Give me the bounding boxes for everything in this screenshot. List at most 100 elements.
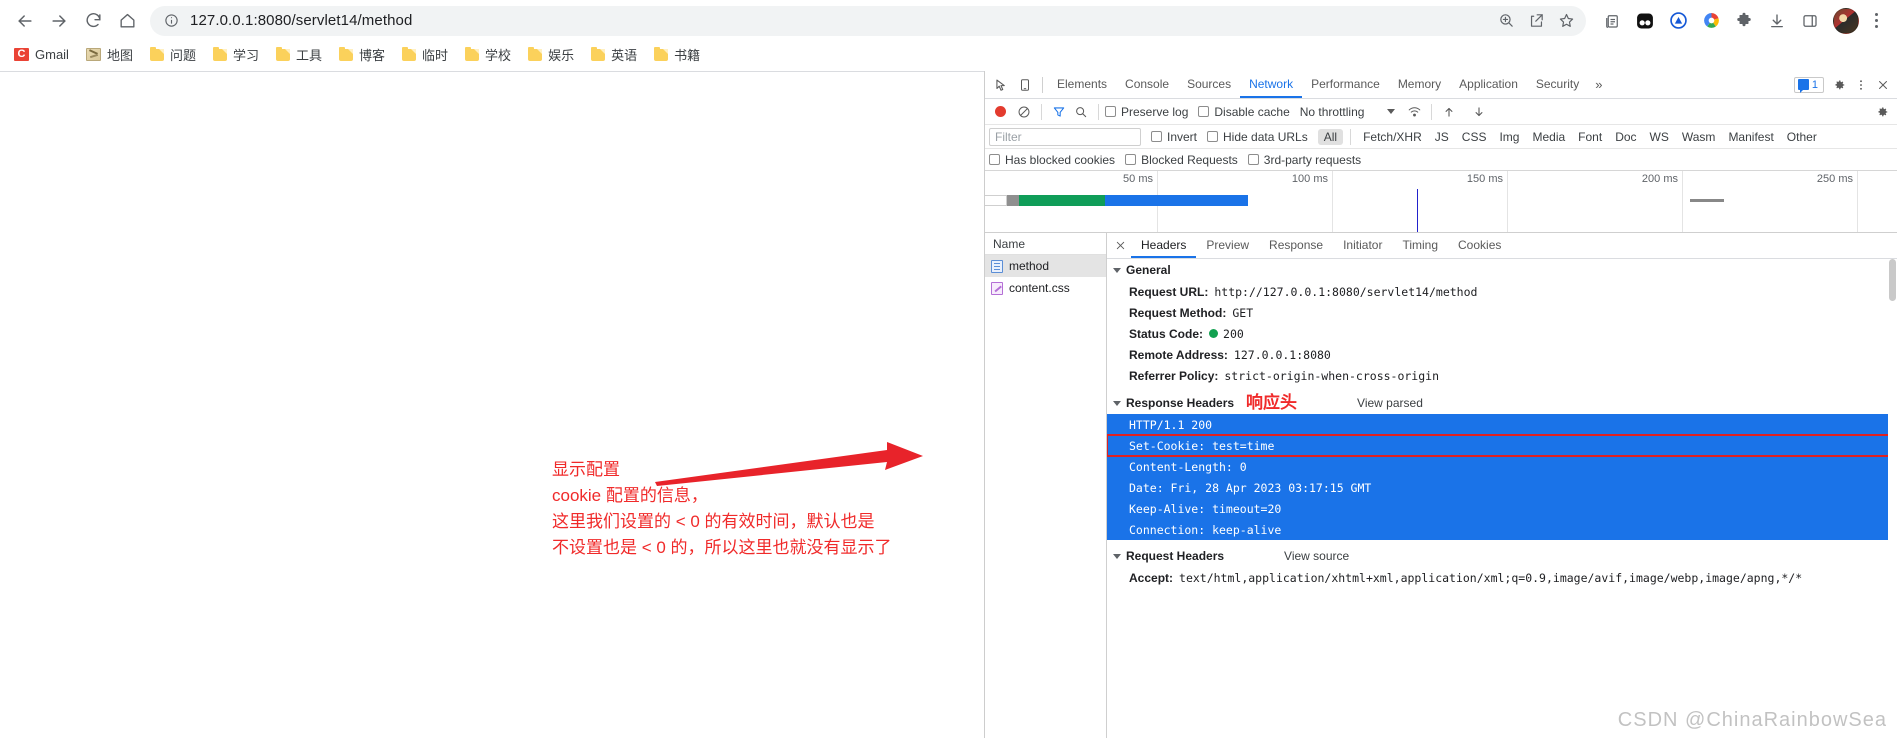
checkbox-box[interactable] [1198, 106, 1210, 117]
color-wheel-extension-icon[interactable] [1696, 6, 1726, 36]
share-icon[interactable] [1522, 7, 1550, 35]
filter-icon[interactable] [1048, 101, 1070, 123]
record-button[interactable] [995, 106, 1006, 117]
more-tabs-chevron[interactable]: » [1588, 77, 1609, 92]
chrome-menu-kebab[interactable] [1863, 6, 1889, 36]
response-headers-section-header[interactable]: Response Headers 响应头 View parsed [1107, 392, 1897, 414]
annotation-line-1: 显示配置 [552, 460, 620, 479]
bookmark-folder-linshi[interactable]: 临时 [398, 43, 457, 67]
export-har-icon[interactable] [1468, 101, 1490, 123]
bookmark-folder-boke[interactable]: 博客 [335, 43, 394, 67]
downloads-icon[interactable] [1762, 6, 1792, 36]
blocked-requests-checkbox[interactable]: Blocked Requests [1125, 153, 1238, 167]
network-conditions-icon[interactable] [1403, 101, 1425, 123]
type-filter-js[interactable]: JS [1429, 129, 1455, 145]
bookmark-folder-gongju[interactable]: 工具 [272, 43, 331, 67]
device-toolbar-icon[interactable] [1013, 73, 1037, 97]
type-filter-fetch-xhr[interactable]: Fetch/XHR [1357, 129, 1428, 145]
extensions-puzzle-icon[interactable] [1729, 6, 1759, 36]
request-row-content-css[interactable]: content.css [985, 277, 1106, 299]
bookmark-folder-xuexi[interactable]: 学习 [209, 43, 268, 67]
view-parsed-link[interactable]: View parsed [1357, 396, 1423, 410]
forward-button[interactable] [42, 4, 76, 38]
invert-checkbox[interactable]: Invert [1151, 130, 1197, 144]
third-party-requests-checkbox[interactable]: 3rd-party requests [1247, 153, 1361, 167]
avatar[interactable] [1833, 7, 1859, 34]
has-blocked-cookies-checkbox[interactable]: Has blocked cookies [989, 153, 1115, 167]
bookmark-folder-yule[interactable]: 娱乐 [524, 43, 583, 67]
checkbox-box[interactable] [1125, 154, 1137, 165]
disable-cache-checkbox[interactable]: Disable cache [1198, 105, 1290, 119]
view-source-link[interactable]: View source [1284, 549, 1349, 563]
type-filter-all[interactable]: All [1317, 128, 1344, 145]
detail-tab-response[interactable]: Response [1259, 233, 1333, 258]
back-button[interactable] [8, 4, 42, 38]
import-har-icon[interactable] [1438, 101, 1460, 123]
reload-button[interactable] [76, 4, 110, 38]
request-headers-section-header[interactable]: Request Headers View source [1107, 545, 1897, 567]
type-filter-ws[interactable]: WS [1644, 129, 1675, 145]
devtools-close-icon[interactable] [1872, 74, 1894, 96]
home-button[interactable] [110, 4, 144, 38]
preserve-log-checkbox[interactable]: Preserve log [1105, 105, 1188, 119]
tab-console[interactable]: Console [1116, 71, 1178, 98]
detail-tab-initiator[interactable]: Initiator [1333, 233, 1392, 258]
detail-tab-timing[interactable]: Timing [1392, 233, 1448, 258]
throttling-dropdown[interactable]: No throttling [1300, 105, 1396, 119]
type-filter-img[interactable]: Img [1493, 129, 1525, 145]
type-filter-font[interactable]: Font [1572, 129, 1608, 145]
checkbox-box[interactable] [1207, 131, 1219, 142]
bookmark-map[interactable]: 地图 [82, 43, 142, 67]
reading-list-icon[interactable] [1597, 6, 1627, 36]
close-detail-icon[interactable] [1109, 235, 1131, 257]
checkbox-box[interactable] [1247, 154, 1259, 165]
checkbox-box[interactable] [1105, 106, 1116, 117]
tab-security[interactable]: Security [1527, 71, 1588, 98]
grammarly-extension-icon[interactable] [1663, 6, 1693, 36]
bookmark-label: 问题 [169, 48, 196, 63]
bookmark-gmail[interactable]: C Gmail [10, 43, 78, 67]
tab-performance[interactable]: Performance [1302, 71, 1389, 98]
request-list-column-name[interactable]: Name [985, 233, 1106, 255]
tab-application[interactable]: Application [1450, 71, 1527, 98]
detail-tab-cookies[interactable]: Cookies [1448, 233, 1511, 258]
side-panel-icon[interactable] [1795, 6, 1825, 36]
bookmark-folder-yingyu[interactable]: 英语 [587, 43, 646, 67]
bookmark-folder-shuji[interactable]: 书籍 [650, 43, 709, 67]
type-filter-media[interactable]: Media [1526, 129, 1571, 145]
filter-input[interactable]: Filter [989, 127, 1141, 146]
inspect-element-icon[interactable] [989, 73, 1013, 97]
bookmark-folder-wenti[interactable]: 问题 [146, 43, 205, 67]
clear-icon[interactable] [1013, 101, 1035, 123]
tab-elements[interactable]: Elements [1048, 71, 1116, 98]
console-message-badge[interactable]: 1 [1793, 76, 1824, 93]
checkbox-box[interactable] [1151, 131, 1162, 142]
request-row-method[interactable]: method [985, 255, 1106, 277]
devtools-more-options-icon[interactable] [1850, 74, 1872, 96]
type-filter-css[interactable]: CSS [1456, 129, 1493, 145]
devtools-settings-gear-icon[interactable] [1828, 74, 1850, 96]
scrollbar-thumb[interactable] [1889, 259, 1896, 301]
search-icon[interactable] [1070, 101, 1092, 123]
bookmark-folder-xuexiao[interactable]: 学校 [461, 43, 520, 67]
hide-data-urls-checkbox[interactable]: Hide data URLs [1207, 130, 1308, 144]
checkbox-box[interactable] [989, 154, 1000, 165]
network-settings-gear-icon[interactable] [1871, 101, 1893, 123]
type-filter-wasm[interactable]: Wasm [1676, 129, 1722, 145]
network-overview-timeline[interactable]: 50 ms 100 ms 150 ms 200 ms 250 ms [985, 171, 1897, 233]
dark-reader-extension-icon[interactable] [1630, 6, 1660, 36]
detail-tab-headers[interactable]: Headers [1131, 233, 1197, 258]
type-filter-other[interactable]: Other [1781, 129, 1823, 145]
detail-tab-preview[interactable]: Preview [1196, 233, 1259, 258]
address-bar[interactable]: 127.0.0.1:8080/servlet14/method [150, 5, 1586, 36]
general-section-header[interactable]: General [1107, 259, 1897, 281]
zoom-in-icon[interactable] [1492, 7, 1520, 35]
site-information-icon[interactable] [162, 12, 180, 30]
tab-memory[interactable]: Memory [1389, 71, 1450, 98]
detail-scrollbar[interactable] [1888, 259, 1897, 738]
tab-sources[interactable]: Sources [1178, 71, 1240, 98]
star-icon[interactable] [1552, 7, 1580, 35]
type-filter-manifest[interactable]: Manifest [1722, 129, 1779, 145]
tab-network[interactable]: Network [1240, 71, 1303, 98]
type-filter-doc[interactable]: Doc [1609, 129, 1642, 145]
